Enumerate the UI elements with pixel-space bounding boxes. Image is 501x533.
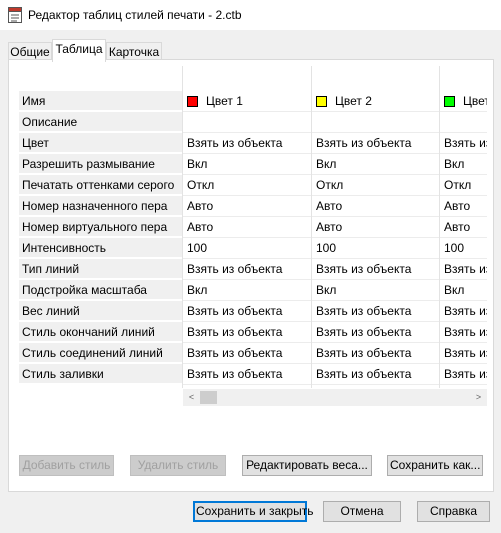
table-row: Стиль окончаний линий Взять из объекта Взя… xyxy=(19,322,487,343)
table-cell[interactable]: Авто xyxy=(440,217,487,238)
table-cell[interactable]: 100 xyxy=(312,238,439,259)
table-cell[interactable]: Взять из объекта xyxy=(183,133,311,154)
row-label: Вес линий xyxy=(19,301,182,321)
table-cell[interactable]: Взять из объекта xyxy=(440,343,487,364)
table-row: Описание xyxy=(19,112,487,133)
style-name: Цвет 1 xyxy=(206,94,243,108)
color-swatch-icon xyxy=(187,96,198,107)
table-cell[interactable]: Цвет 1 xyxy=(183,91,311,112)
table-row: Вес линий Взять из объекта Взять из объект… xyxy=(19,301,487,322)
table-cell[interactable]: Взять из объекта xyxy=(312,343,439,364)
table-cell[interactable]: 100 xyxy=(440,238,487,259)
table-row: Печатать оттенками серого Откл Откл Откл xyxy=(19,175,487,196)
style-name: Цвет 3 xyxy=(463,94,487,108)
scroll-right-arrow-icon[interactable]: > xyxy=(470,389,487,406)
color-swatch-icon xyxy=(444,96,455,107)
color-swatch-icon xyxy=(316,96,327,107)
save-as-button[interactable]: Сохранить как... xyxy=(387,455,483,476)
style-name: Цвет 2 xyxy=(335,94,372,108)
table-cell[interactable]: Взять из объекта xyxy=(183,364,311,385)
table-cell[interactable]: Взять из объекта xyxy=(440,133,487,154)
table-row: Интенсивность 100 100 100 xyxy=(19,238,487,259)
table-row: Подстройка масштаба Вкл Вкл Вкл xyxy=(19,280,487,301)
add-style-button[interactable]: Добавить стиль xyxy=(19,455,114,476)
table-cell[interactable]: Взять из объекта xyxy=(183,343,311,364)
table-cell[interactable]: Цвет 3 xyxy=(440,91,487,112)
window-title: Редактор таблиц стилей печати - 2.ctb xyxy=(28,8,242,22)
table-cell[interactable]: Взять из объекта xyxy=(183,301,311,322)
table-cell[interactable]: Взять из объекта xyxy=(183,259,311,280)
horizontal-scrollbar[interactable]: < > xyxy=(183,389,487,406)
table-cell[interactable]: Вкл xyxy=(312,280,439,301)
print-style-editor-icon xyxy=(8,7,22,23)
table-cell[interactable]: Взять из объекта xyxy=(440,259,487,280)
table-row: Номер назначенного пера Авто Авто Авто xyxy=(19,196,487,217)
table-cell[interactable]: Авто xyxy=(183,196,311,217)
table-cell[interactable]: Взять из объекта xyxy=(312,133,439,154)
title-bar: Редактор таблиц стилей печати - 2.ctb xyxy=(0,0,501,30)
row-label: Печатать оттенками серого xyxy=(19,175,182,195)
scroll-thumb[interactable] xyxy=(200,391,217,404)
table-row: Разрешить размывание Вкл Вкл Вкл xyxy=(19,154,487,175)
table-cell[interactable]: Взять из объекта xyxy=(440,322,487,343)
table-cell[interactable]: Взять из объекта xyxy=(312,301,439,322)
table-row: Имя Цвет 1 Цвет 2 Цвет 3 xyxy=(19,91,487,112)
row-label: Подстройка масштаба xyxy=(19,280,182,300)
table-row: Стиль соединений линий Взять из объекта Вз… xyxy=(19,343,487,364)
row-label: Стиль окончаний линий xyxy=(19,322,182,342)
table-cell[interactable] xyxy=(440,112,487,133)
table-cell[interactable]: Взять из объекта xyxy=(183,322,311,343)
table-cell[interactable]: Взять из объекта xyxy=(312,364,439,385)
table-cell[interactable]: Авто xyxy=(312,196,439,217)
save-and-close-button[interactable]: Сохранить и закрыть xyxy=(193,501,313,522)
row-label: Интенсивность xyxy=(19,238,182,258)
row-label: Номер виртуального пера xyxy=(19,217,182,237)
cancel-button[interactable]: Отмена xyxy=(323,501,401,522)
table-row: Цвет Взять из объекта Взять из объекта Взят… xyxy=(19,133,487,154)
table-row: Тип линий Взять из объекта Взять из объект… xyxy=(19,259,487,280)
delete-style-button[interactable]: Удалить стиль xyxy=(130,455,226,476)
table-cell[interactable]: 100 xyxy=(183,238,311,259)
table-cell[interactable]: Взять из объекта xyxy=(312,259,439,280)
tab-table[interactable]: Таблица xyxy=(52,39,106,62)
table-cell[interactable]: Откл xyxy=(440,175,487,196)
table-cell[interactable]: Взять из объекта xyxy=(440,301,487,322)
row-label: Цвет xyxy=(19,133,182,153)
table-cell[interactable]: Вкл xyxy=(183,280,311,301)
row-label: Номер назначенного пера xyxy=(19,196,182,216)
table-cell[interactable]: Вкл xyxy=(312,154,439,175)
table-cell[interactable] xyxy=(312,112,439,133)
scroll-left-arrow-icon[interactable]: < xyxy=(183,389,200,406)
row-label: Тип линий xyxy=(19,259,182,279)
row-label: Стиль соединений линий xyxy=(19,343,182,363)
table-cell[interactable]: Взять из объекта xyxy=(312,322,439,343)
table-cell[interactable]: Авто xyxy=(183,217,311,238)
table-cell[interactable]: Вкл xyxy=(440,280,487,301)
edit-weights-button[interactable]: Редактировать веса... xyxy=(242,455,372,476)
row-label: Разрешить размывание xyxy=(19,154,182,174)
table-cell[interactable]: Откл xyxy=(183,175,311,196)
table-cell[interactable]: Цвет 2 xyxy=(312,91,439,112)
table-cell[interactable]: Авто xyxy=(440,196,487,217)
table-cell[interactable]: Вкл xyxy=(440,154,487,175)
row-label: Имя xyxy=(19,91,182,111)
table-cell[interactable]: Авто xyxy=(312,217,439,238)
style-table-grid[interactable]: ИмяЦвет 1Цвет 2Цвет 3ОписаниеЦветВзять и… xyxy=(19,66,487,388)
table-row: Номер виртуального пера Авто Авто Авто xyxy=(19,217,487,238)
help-button[interactable]: Справка xyxy=(417,501,490,522)
table-cell[interactable] xyxy=(183,112,311,133)
table-cell[interactable]: Откл xyxy=(312,175,439,196)
table-row: Стиль заливки Взять из объекта Взять из об… xyxy=(19,364,487,385)
table-cell[interactable]: Вкл xyxy=(183,154,311,175)
row-label: Стиль заливки xyxy=(19,364,182,384)
row-label: Описание xyxy=(19,112,182,132)
table-cell[interactable]: Взять из объекта xyxy=(440,364,487,385)
